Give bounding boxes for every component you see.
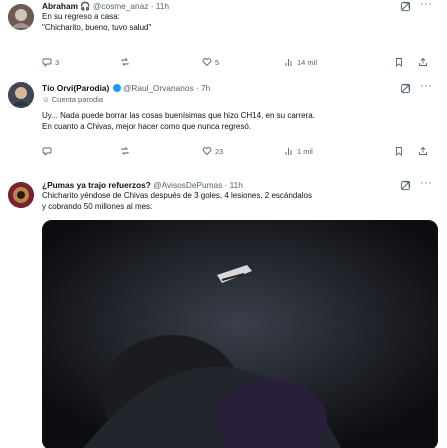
share-button[interactable] xyxy=(418,145,428,157)
avatar[interactable] xyxy=(8,182,34,208)
repost-button[interactable] xyxy=(120,56,133,68)
grok-icon[interactable] xyxy=(400,1,411,12)
display-name[interactable]: Tío Orvi(Parodia) xyxy=(42,83,109,93)
display-name[interactable]: Abraham 🎧 xyxy=(42,1,91,11)
post-tio-orvi[interactable]: Tío Orvi(Parodia) @Raul_Orvananos · 7h ·… xyxy=(0,80,447,178)
more-icon[interactable]: ··· xyxy=(420,80,433,92)
like-count: 5 xyxy=(215,57,220,67)
like-button[interactable]: 5 xyxy=(202,56,219,68)
handle[interactable]: @cosme_anaz xyxy=(93,1,148,11)
timestamp[interactable]: 11h xyxy=(156,1,169,11)
reply-icon xyxy=(42,58,52,67)
post-text-line: Uy... Nada puede borrar las cosas buenís… xyxy=(42,111,315,120)
post-text-line: "Chicharito, bueno, tuvo salud" xyxy=(42,22,152,32)
post-text-line: En cuanto a Chivas, mejor hacer como que… xyxy=(42,121,252,131)
handle[interactable]: @Raul_Orvananos xyxy=(123,83,194,93)
repost-icon xyxy=(121,147,129,155)
handle[interactable]: @AvisosDePumas xyxy=(153,180,222,190)
timestamp[interactable]: 11h xyxy=(230,180,243,190)
post-avisos-pumas[interactable]: ¿Pumas ya trajo refuerzos? @AvisosDePuma… xyxy=(0,177,447,448)
heart-icon xyxy=(202,147,212,156)
verified-icon xyxy=(112,84,121,92)
reply-icon xyxy=(42,147,52,156)
separator: · xyxy=(195,83,199,93)
bookmark-button[interactable] xyxy=(394,56,404,68)
bookmark-icon xyxy=(396,58,402,67)
post-text-line: Chicharito yéndose de Chivas después de … xyxy=(42,191,312,200)
avatar[interactable] xyxy=(8,82,34,108)
views-chart-icon xyxy=(285,148,292,155)
views-button[interactable]: 1 mil xyxy=(284,145,313,157)
action-bar: 23 1 mil xyxy=(42,145,442,157)
separator: · xyxy=(224,180,228,190)
parody-label: Cuenta parodia xyxy=(51,95,104,104)
parody-mask-icon: ☺ xyxy=(42,95,50,104)
more-icon[interactable]: ··· xyxy=(420,0,433,10)
share-icon xyxy=(419,57,427,66)
view-count: 14 mil xyxy=(297,57,318,67)
bookmark-button[interactable] xyxy=(394,145,404,157)
repost-button[interactable] xyxy=(120,145,133,157)
post-text-line: En su regreso a casa: xyxy=(42,12,120,21)
grok-icon[interactable] xyxy=(400,180,411,191)
view-count: 1 mil xyxy=(297,146,313,156)
post-text-line: y cobrando 50 millones al mes: xyxy=(42,201,153,211)
avatar[interactable] xyxy=(8,4,34,30)
share-icon xyxy=(419,146,427,155)
repost-icon xyxy=(121,58,129,66)
grok-icon[interactable] xyxy=(400,83,411,94)
post-media-image[interactable] xyxy=(42,220,438,448)
post-abraham[interactable]: Abraham 🎧 @cosme_anaz · 11h ··· En su re… xyxy=(0,0,447,82)
action-bar: 3 5 14 mil xyxy=(42,56,442,68)
display-name[interactable]: ¿Pumas ya trajo refuerzos? xyxy=(42,180,151,190)
timestamp[interactable]: 7h xyxy=(201,83,210,93)
bookmark-icon xyxy=(396,147,402,156)
reply-button[interactable]: 3 xyxy=(42,56,59,68)
separator: · xyxy=(150,1,154,11)
more-icon[interactable]: ··· xyxy=(420,177,433,189)
views-chart-icon xyxy=(285,59,292,66)
views-button[interactable]: 14 mil xyxy=(284,56,317,68)
like-count: 23 xyxy=(215,146,224,156)
like-button[interactable]: 23 xyxy=(202,145,223,157)
reply-button[interactable] xyxy=(42,145,55,157)
heart-icon xyxy=(202,58,212,67)
reply-count: 3 xyxy=(55,57,60,67)
share-button[interactable] xyxy=(418,56,428,68)
